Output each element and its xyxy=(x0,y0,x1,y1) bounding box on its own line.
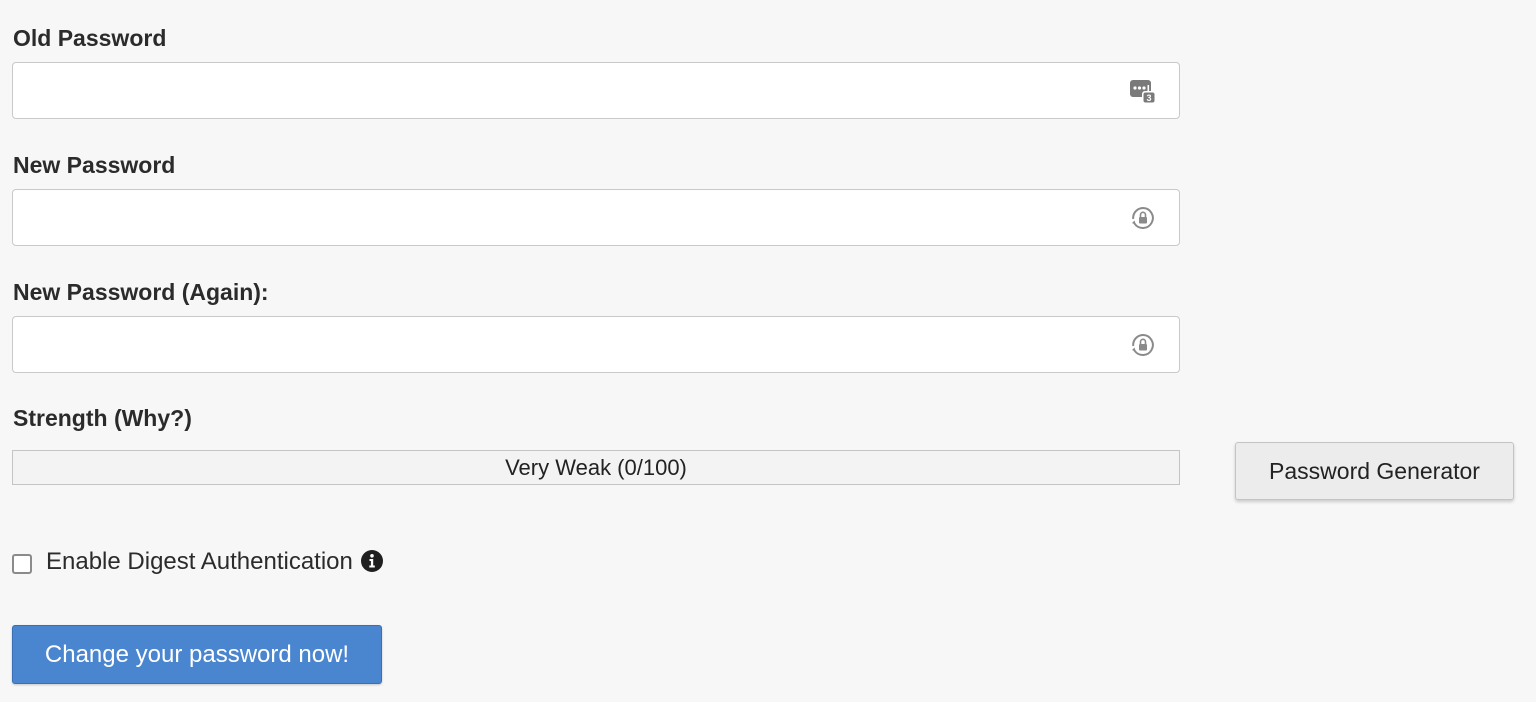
new-password-input[interactable] xyxy=(13,190,1179,245)
digest-auth-checkbox[interactable] xyxy=(12,554,32,574)
autofill-lock-icon[interactable] xyxy=(1129,204,1157,232)
old-password-label: Old Password xyxy=(13,25,167,51)
digest-auth-row: Enable Digest Authentication xyxy=(12,546,384,578)
strength-label: Strength (Why?) xyxy=(13,405,192,431)
digest-auth-label[interactable]: Enable Digest Authentication xyxy=(46,548,353,576)
old-password-input[interactable] xyxy=(13,63,1179,118)
old-password-field-wrapper: 3 xyxy=(12,62,1180,119)
new-password-again-label: New Password (Again): xyxy=(13,279,269,305)
strength-meter-text: Very Weak (0/100) xyxy=(505,455,687,480)
autofill-lock-icon[interactable] xyxy=(1129,331,1157,359)
new-password-label: New Password xyxy=(13,152,176,178)
new-password-again-input[interactable] xyxy=(13,317,1179,372)
new-password-again-field-wrapper xyxy=(12,316,1180,373)
change-password-form: Old Password 3 New Password New Password… xyxy=(0,0,1536,702)
new-password-field-wrapper xyxy=(12,189,1180,246)
strength-meter: Very Weak (0/100) xyxy=(12,450,1180,485)
change-password-button[interactable]: Change your password now! xyxy=(12,625,382,684)
password-manager-icon[interactable]: 3 xyxy=(1129,77,1157,105)
info-icon[interactable] xyxy=(360,549,384,573)
password-generator-button[interactable]: Password Generator xyxy=(1235,442,1514,500)
password-manager-badge: 3 xyxy=(1146,93,1151,103)
